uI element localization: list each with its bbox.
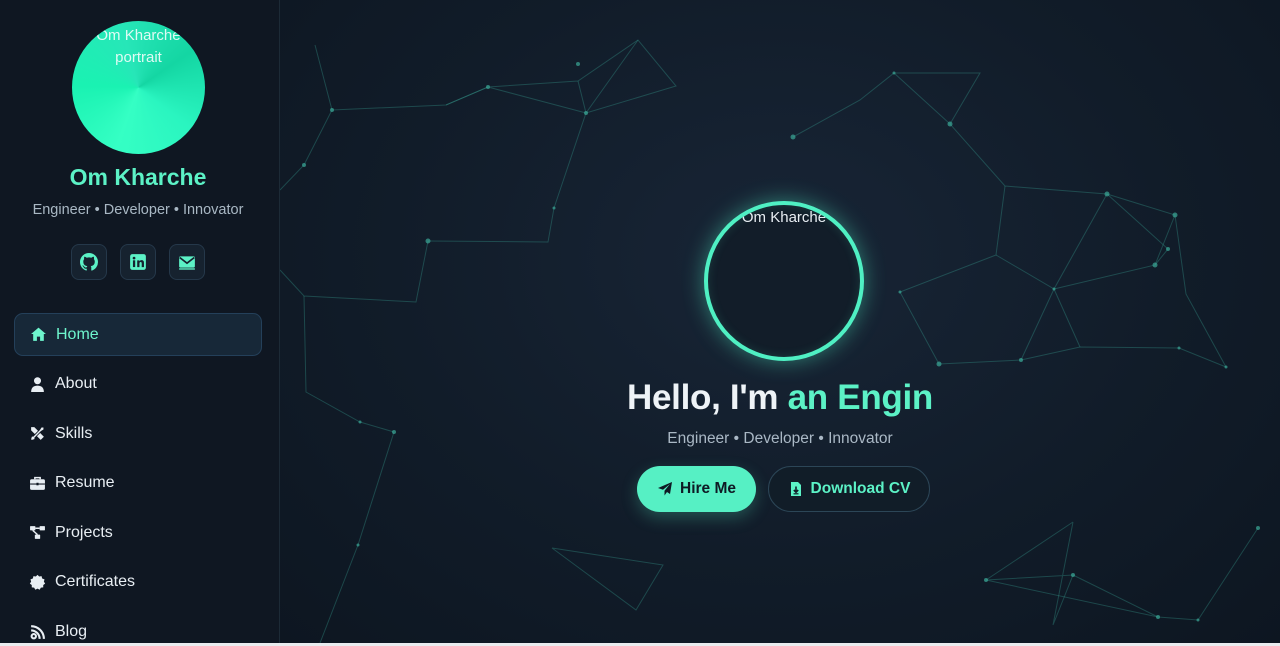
sidebar-item-label: About — [55, 375, 97, 393]
linkedin-icon — [130, 254, 146, 270]
profile-name: Om Kharche — [69, 164, 207, 190]
project-diagram-icon — [27, 523, 47, 543]
briefcase-icon — [27, 473, 47, 493]
hero-section: Om Kharche Hello, I'm an Engin Engineer … — [280, 0, 1280, 643]
profile-avatar: Om Kharche portrait — [72, 21, 205, 154]
file-download-icon — [790, 482, 801, 496]
blog-icon — [27, 622, 47, 642]
sidebar-item-skills[interactable]: Skills — [14, 412, 262, 455]
download-cv-label: Download CV — [810, 480, 911, 497]
certificate-badge-icon — [27, 572, 47, 592]
sidebar-item-label: Resume — [55, 474, 115, 492]
tools-icon — [27, 424, 47, 444]
sidebar-item-resume[interactable]: Resume — [14, 462, 262, 505]
sidebar-item-about[interactable]: About — [14, 363, 262, 406]
sidebar-item-blog[interactable]: Blog — [14, 611, 262, 643]
sidebar-item-certificates[interactable]: Certificates — [14, 561, 262, 604]
profile-avatar-alt-text: Om Kharche portrait — [96, 27, 181, 66]
sidebar-item-label: Skills — [55, 424, 93, 442]
download-cv-button[interactable]: Download CV — [768, 466, 930, 512]
hire-me-button[interactable]: Hire Me — [637, 466, 756, 512]
email-link[interactable] — [169, 244, 205, 280]
sidebar: Om Kharche portrait Om Kharche Engineer … — [0, 0, 280, 643]
user-icon — [27, 374, 47, 394]
linkedin-link[interactable] — [120, 244, 156, 280]
sidebar-item-label: Projects — [55, 523, 113, 541]
hero-avatar: Om Kharche — [704, 201, 864, 361]
sidebar-item-label: Blog — [55, 623, 88, 641]
envelope-icon — [179, 256, 195, 270]
github-icon — [80, 253, 98, 271]
sidebar-item-projects[interactable]: Projects — [14, 511, 262, 554]
sidebar-nav: Home About Skills Resume Projects Certif… — [14, 313, 262, 643]
hero-greeting: Hello, I'm — [627, 378, 788, 417]
hero-tagline: Engineer • Developer • Innovator — [667, 430, 893, 447]
hero-heading: Hello, I'm an Engin — [280, 378, 1280, 418]
hero-avatar-alt-text: Om Kharche — [741, 209, 827, 226]
sidebar-item-label: Home — [56, 325, 99, 343]
paper-plane-icon — [658, 482, 672, 496]
sidebar-item-home[interactable]: Home — [14, 313, 262, 356]
profile-tagline: Engineer • Developer • Innovator — [32, 202, 244, 218]
github-link[interactable] — [71, 244, 107, 280]
social-links — [71, 244, 205, 280]
home-icon — [28, 325, 48, 345]
hire-me-label: Hire Me — [680, 480, 736, 497]
hero-typed-text: an Engin — [787, 378, 934, 417]
sidebar-item-label: Certificates — [55, 573, 136, 591]
